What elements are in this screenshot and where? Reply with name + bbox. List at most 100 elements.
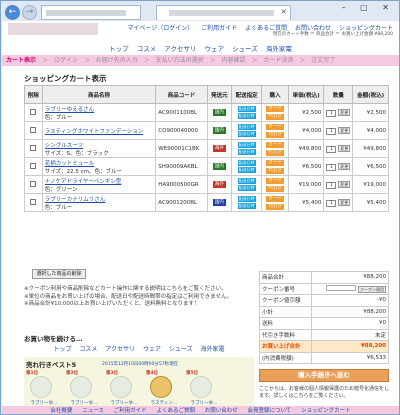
- line-amount: ¥19,000: [352, 175, 389, 194]
- quantity-change-button[interactable]: 変更: [338, 180, 351, 188]
- address-bar[interactable]: [41, 5, 141, 20]
- ranking-date: 2015年12月10日00時00分57秒現在: [102, 362, 179, 367]
- window-controls[interactable]: – ▢ ✕: [342, 3, 395, 12]
- category-top[interactable]: トップ: [109, 45, 129, 53]
- product-thumbnail[interactable]: [190, 376, 212, 398]
- delivery-date-badge[interactable]: 配送日時: [237, 105, 256, 112]
- category-shoes[interactable]: シューズ: [169, 346, 193, 353]
- product-thumbnail[interactable]: [150, 376, 172, 398]
- product-thumbnail[interactable]: [30, 376, 52, 398]
- category-wear[interactable]: ウェア: [143, 346, 161, 353]
- quantity-input[interactable]: 1: [326, 163, 337, 171]
- product-name-link[interactable]: ラスティングホワイトファンデーション: [45, 129, 143, 135]
- category-cosme[interactable]: コスメ: [79, 346, 97, 353]
- delivery-time-badge[interactable]: 配送日時: [237, 148, 256, 155]
- category-shoes[interactable]: シューズ: [232, 45, 258, 53]
- nav-guide[interactable]: ご利用ガイド: [201, 25, 237, 32]
- forward-arrow-icon[interactable]: →: [22, 5, 37, 20]
- summary-total-value: ¥88,200: [310, 340, 390, 353]
- delete-checkbox[interactable]: [30, 144, 37, 151]
- category-accessory[interactable]: アクセサリ: [164, 45, 196, 53]
- category-wear[interactable]: ウェア: [205, 45, 225, 53]
- quantity-input[interactable]: 1: [326, 109, 337, 117]
- category-accessory[interactable]: アクセサリ: [105, 346, 135, 353]
- delivery-time-badge[interactable]: 配送日時: [237, 112, 256, 119]
- product-options: 色：ブルー: [44, 114, 73, 121]
- delivery-date-badge[interactable]: 配送日時: [237, 159, 256, 166]
- delivery-date-badge[interactable]: 配送日時: [237, 123, 256, 130]
- footer-links: 会社概要 ニュース ご利用ガイド よくあるご質問 お問い合わせ 会員登録について…: [2, 406, 399, 414]
- delete-checkbox[interactable]: [30, 180, 37, 187]
- site-logo[interactable]: [8, 23, 98, 35]
- back-arrow-icon[interactable]: ←: [5, 5, 20, 20]
- ship-origin-cell: 国内: [206, 193, 233, 212]
- quantity-input[interactable]: 1: [326, 181, 337, 189]
- cart-table: 削除 商品名称 商品コード 発送元 配送指定 購入 単価(税込) 数量 金額(税…: [24, 85, 389, 212]
- step-card: カード決済: [263, 57, 294, 64]
- step-separator: ＞: [83, 57, 90, 64]
- ranking-box: 売れ行きベスト5 2015年12月10日00時00分57秒現在 第1位 ラブリー…: [24, 357, 254, 413]
- category-appliance[interactable]: 海外家電: [201, 346, 225, 353]
- delivery-date-badge[interactable]: 配送日時: [237, 195, 256, 202]
- quantity-cell: 1 変更: [323, 157, 354, 176]
- quantity-cell: 1 変更: [323, 193, 354, 212]
- tab-close-icon[interactable]: ×: [280, 7, 287, 16]
- product-code: HA9000500GR: [155, 175, 208, 194]
- card-payment-badge: カード: [266, 159, 284, 166]
- delivery-time-badge[interactable]: 配送日時: [237, 184, 256, 191]
- product-name-link[interactable]: ラブリーゆえるさん: [45, 107, 94, 113]
- delivery-date-badge[interactable]: 配送日時: [237, 177, 256, 184]
- footer-register[interactable]: 会員登録について: [247, 408, 291, 414]
- product-thumbnail[interactable]: [110, 376, 132, 398]
- product-thumbnail[interactable]: [70, 376, 92, 398]
- delete-selected-button[interactable]: 選択した商品の削除: [32, 269, 86, 279]
- summary-row: 代引き手数料 未定: [259, 328, 390, 341]
- product-name-link[interactable]: ラブリーカナリムリさん: [45, 197, 106, 203]
- checkout-button[interactable]: 購入手続きへ進む: [259, 369, 389, 382]
- footer-contact[interactable]: お問い合わせ: [205, 408, 238, 414]
- category-top[interactable]: トップ: [53, 346, 71, 353]
- quantity-change-button[interactable]: 変更: [338, 126, 351, 134]
- delivery-time-badge[interactable]: 配送日時: [237, 202, 256, 209]
- delete-checkbox[interactable]: [30, 126, 37, 133]
- delivery-time-badge[interactable]: 配送日時: [237, 166, 256, 173]
- card-payment-badge: カード: [266, 177, 284, 184]
- quantity-input[interactable]: 1: [326, 199, 337, 207]
- table-row: 花柄カットミュール サイズ：22.5 cm、色：ブルー SH90009AKBL 国内配…: [24, 157, 389, 176]
- delete-checkbox[interactable]: [30, 162, 37, 169]
- browser-tab[interactable]: ×: [156, 5, 291, 20]
- quantity-change-button[interactable]: 変更: [338, 108, 351, 116]
- column-header: 数量: [323, 85, 354, 104]
- quantity-change-button[interactable]: 変更: [338, 162, 351, 170]
- quantity-input[interactable]: 1: [326, 145, 337, 153]
- coupon-apply-button[interactable]: クーポン適用: [358, 285, 386, 293]
- payment-cell: カード 代引き: [261, 175, 289, 194]
- delivery-date-badge[interactable]: 配送日時: [237, 141, 256, 148]
- delivery-time-badge[interactable]: 配送日時: [237, 130, 256, 137]
- column-header: 配送指定: [231, 85, 263, 104]
- delete-checkbox[interactable]: [30, 108, 37, 115]
- footer-cart[interactable]: ショッピングカート: [301, 408, 351, 414]
- rank-number: 第1位: [26, 371, 39, 376]
- quantity-input[interactable]: 1: [326, 127, 337, 135]
- step-separator: ＞: [41, 57, 48, 64]
- footer-guide[interactable]: ご利用ガイド: [114, 408, 147, 414]
- order-summary: 商品合計 ¥88,200 クーポン番号 クーポン適用 クーポン値引額 -¥0 小計 ¥…: [259, 271, 390, 364]
- coupon-input[interactable]: [326, 284, 357, 291]
- quantity-cell: 1 変更: [323, 139, 354, 158]
- product-name-link[interactable]: シングルスーツ: [45, 143, 83, 149]
- footer-company[interactable]: 会社概要: [50, 408, 72, 414]
- product-name-link[interactable]: 花柄カットミュール: [45, 161, 95, 167]
- category-cosme[interactable]: コスメ: [137, 45, 157, 53]
- product-code: SH90009AKBL: [155, 157, 208, 176]
- footer-faq[interactable]: よくあるご質問: [156, 408, 195, 414]
- delete-checkbox[interactable]: [30, 198, 37, 205]
- line-amount: ¥6,500: [352, 157, 389, 176]
- category-appliance[interactable]: 海外家電: [266, 45, 292, 53]
- quantity-change-button[interactable]: 変更: [338, 144, 351, 152]
- note-shipping-free: ※商品合計¥10,000以上お買い上げいただくと、送料無料となります！: [24, 301, 200, 307]
- quantity-change-button[interactable]: 変更: [338, 198, 351, 206]
- nav-mypage[interactable]: マイページ（ログイン）: [127, 25, 193, 32]
- footer-news[interactable]: ニュース: [82, 408, 104, 414]
- product-name-link[interactable]: ナノケアドライヤーペンギン型: [45, 179, 122, 185]
